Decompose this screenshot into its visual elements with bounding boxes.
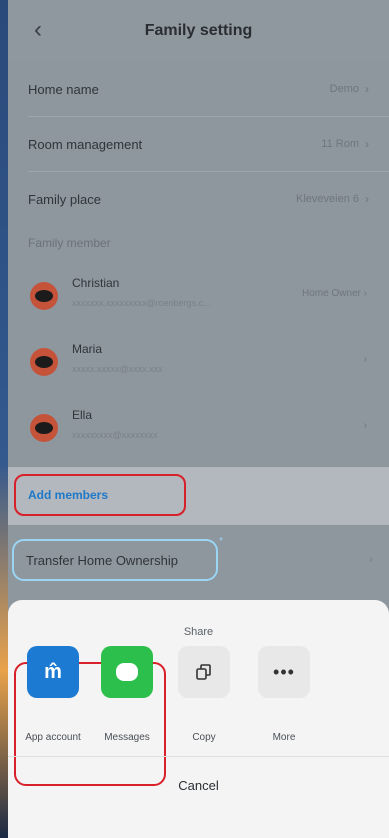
share-option-label: More	[272, 732, 296, 743]
home-name-row[interactable]: Home name Demo ›	[8, 62, 389, 116]
chevron-right-icon: ›	[363, 420, 367, 431]
chevron-right-icon: ›	[363, 354, 367, 365]
family-place-row[interactable]: Family place Kleveveien 6 ›	[8, 172, 389, 226]
share-option-label: Copy	[192, 732, 216, 743]
screen: ‹ Family setting Home name Demo › Room m…	[0, 0, 389, 838]
room-management-row[interactable]: Room management 11 Rom ›	[8, 117, 389, 171]
home-name-value: Demo	[329, 83, 359, 95]
divider	[8, 756, 389, 757]
share-title: Share	[183, 626, 214, 638]
share-option-label: Messages	[104, 732, 150, 743]
member-email: xxxxxxxxx@xxxxxxxx	[72, 430, 158, 440]
chevron-right-icon: ›	[365, 137, 369, 151]
share-option-label: App account	[25, 732, 81, 743]
member-name: Maria	[72, 342, 103, 356]
back-icon[interactable]: ‹	[34, 16, 42, 44]
family-member-section-label: Family member	[28, 236, 111, 250]
member-role: Home Owner ›	[301, 288, 367, 299]
share-option-copy[interactable]: Copy	[169, 646, 239, 743]
family-place-value: Kleveveien 6	[296, 193, 359, 205]
cancel-button[interactable]: Cancel	[8, 778, 389, 793]
messages-icon	[101, 646, 153, 698]
home-name-label: Home name	[28, 81, 99, 97]
page-title: Family setting	[144, 22, 253, 39]
share-option-app-account[interactable]: m̂ App account	[18, 646, 88, 743]
transfer-ownership-button[interactable]: Transfer Home Ownership	[12, 539, 218, 581]
member-email: xxxxxxx.xxxxxxxxx@roenbergs.c...	[72, 298, 211, 308]
share-option-messages[interactable]: Messages	[92, 646, 162, 743]
share-option-more[interactable]: ••• More	[249, 646, 319, 743]
member-row[interactable]: Maria xxxxx.xxxxx@xxxx.xxx ›	[8, 330, 389, 394]
copy-icon	[178, 646, 230, 698]
chevron-right-icon: ›	[365, 82, 369, 96]
star-marker: *	[219, 536, 223, 547]
avatar	[30, 348, 58, 376]
room-management-label: Room management	[28, 136, 143, 152]
member-name: Christian	[72, 276, 120, 290]
avatar	[30, 414, 58, 442]
member-row[interactable]: Christian xxxxxxx.xxxxxxxxx@roenbergs.c.…	[8, 264, 389, 328]
chevron-right-icon: ›	[365, 192, 369, 206]
room-management-value: 11 Rom	[321, 138, 359, 150]
share-sheet: Share m̂ App account Messages Copy ••• M…	[8, 600, 389, 838]
avatar	[30, 282, 58, 310]
member-email: xxxxx.xxxxx@xxxx.xxx	[72, 364, 163, 374]
member-name: Ella	[72, 408, 93, 422]
family-place-label: Family place	[28, 191, 101, 207]
member-row[interactable]: Ella xxxxxxxxx@xxxxxxxx ›	[8, 396, 389, 460]
add-members-button[interactable]: Add members	[14, 474, 186, 516]
app-account-icon: m̂	[27, 646, 79, 698]
more-icon: •••	[258, 646, 310, 698]
chevron-right-icon: ›	[369, 552, 373, 566]
header: ‹ Family setting	[8, 0, 389, 62]
device-bezel	[0, 0, 8, 838]
